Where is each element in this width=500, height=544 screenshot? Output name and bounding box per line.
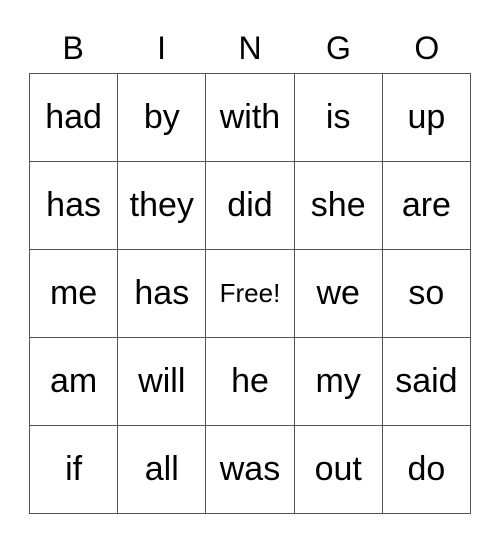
header-letter-g: G [325, 30, 351, 66]
bingo-cell: will [118, 338, 207, 426]
bingo-cell: so [382, 250, 471, 338]
header-letter-o: O [414, 30, 440, 66]
bingo-cell: me [30, 250, 119, 338]
header-letter-n: N [238, 30, 262, 66]
bingo-cell: we [294, 250, 383, 338]
header-letter-i: I [157, 30, 167, 66]
bingo-cell: did [206, 162, 295, 250]
free-space-cell: Free! [206, 250, 295, 338]
bingo-cell: up [382, 74, 471, 162]
bingo-cell: am [30, 338, 119, 426]
bingo-cell: are [382, 162, 471, 250]
bingo-cell: they [118, 162, 207, 250]
bingo-cell: out [294, 426, 383, 514]
bingo-cell: said [382, 338, 471, 426]
bingo-cell: all [118, 426, 207, 514]
bingo-cell: with [206, 74, 295, 162]
bingo-cell: if [30, 426, 119, 514]
bingo-cell: my [294, 338, 383, 426]
bingo-cell: do [382, 426, 471, 514]
bingo-cell: is [294, 74, 383, 162]
bingo-cell: had [30, 74, 119, 162]
bingo-cell: he [206, 338, 295, 426]
bingo-cell: has [30, 162, 119, 250]
bingo-cell: was [206, 426, 295, 514]
bingo-cell: has [118, 250, 207, 338]
bingo-card-grid: had by with is up has they did she are m… [29, 73, 471, 514]
bingo-cell: by [118, 74, 207, 162]
header-letter-b: B [62, 30, 84, 66]
bingo-cell: she [294, 162, 383, 250]
bingo-header: B I N G O [29, 26, 471, 70]
